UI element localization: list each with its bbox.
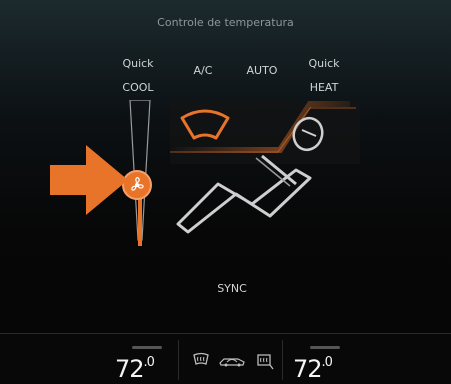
auto-button[interactable]: AUTO (240, 53, 284, 77)
driver-temp-indicator (132, 346, 162, 349)
auto-label: AUTO (246, 64, 278, 77)
passenger-temp-decimal: .0 (321, 355, 333, 370)
page-title: Controle de temperatura (157, 16, 294, 29)
passenger-temperature[interactable]: 72.0 (278, 342, 368, 383)
driver-temperature[interactable]: 72.0 (100, 342, 190, 383)
mode-bar: Quick COOL A/C AUTO Quick HEAT (0, 46, 451, 94)
quick-heat-label-2: HEAT (309, 81, 339, 94)
climate-screen: Controle de temperatura Quick COOL A/C A… (0, 0, 451, 384)
rear-defrost-icon[interactable] (190, 352, 212, 370)
driver-temp-value: 72 (115, 355, 145, 383)
arrow-icon (50, 145, 132, 215)
seat-heat-icon[interactable] (254, 352, 276, 370)
quick-heat-label-1: Quick (308, 57, 340, 70)
airflow-diagram (160, 94, 360, 254)
sync-button[interactable]: SYNC (210, 282, 254, 295)
passenger-temp-indicator (310, 346, 340, 349)
bottom-bar: 72.0 72.0 (0, 333, 451, 384)
quick-cool-label-2: COOL (122, 81, 154, 94)
recirculation-icon[interactable] (219, 352, 245, 370)
divider-left (178, 340, 179, 380)
quick-cool-label-1: Quick (122, 57, 154, 70)
quick-cool-button[interactable]: Quick COOL (116, 46, 160, 106)
ac-label: A/C (193, 64, 213, 77)
driver-temp-decimal: .0 (143, 355, 155, 370)
passenger-temp-value: 72 (293, 355, 323, 383)
ac-button[interactable]: A/C (185, 53, 221, 77)
